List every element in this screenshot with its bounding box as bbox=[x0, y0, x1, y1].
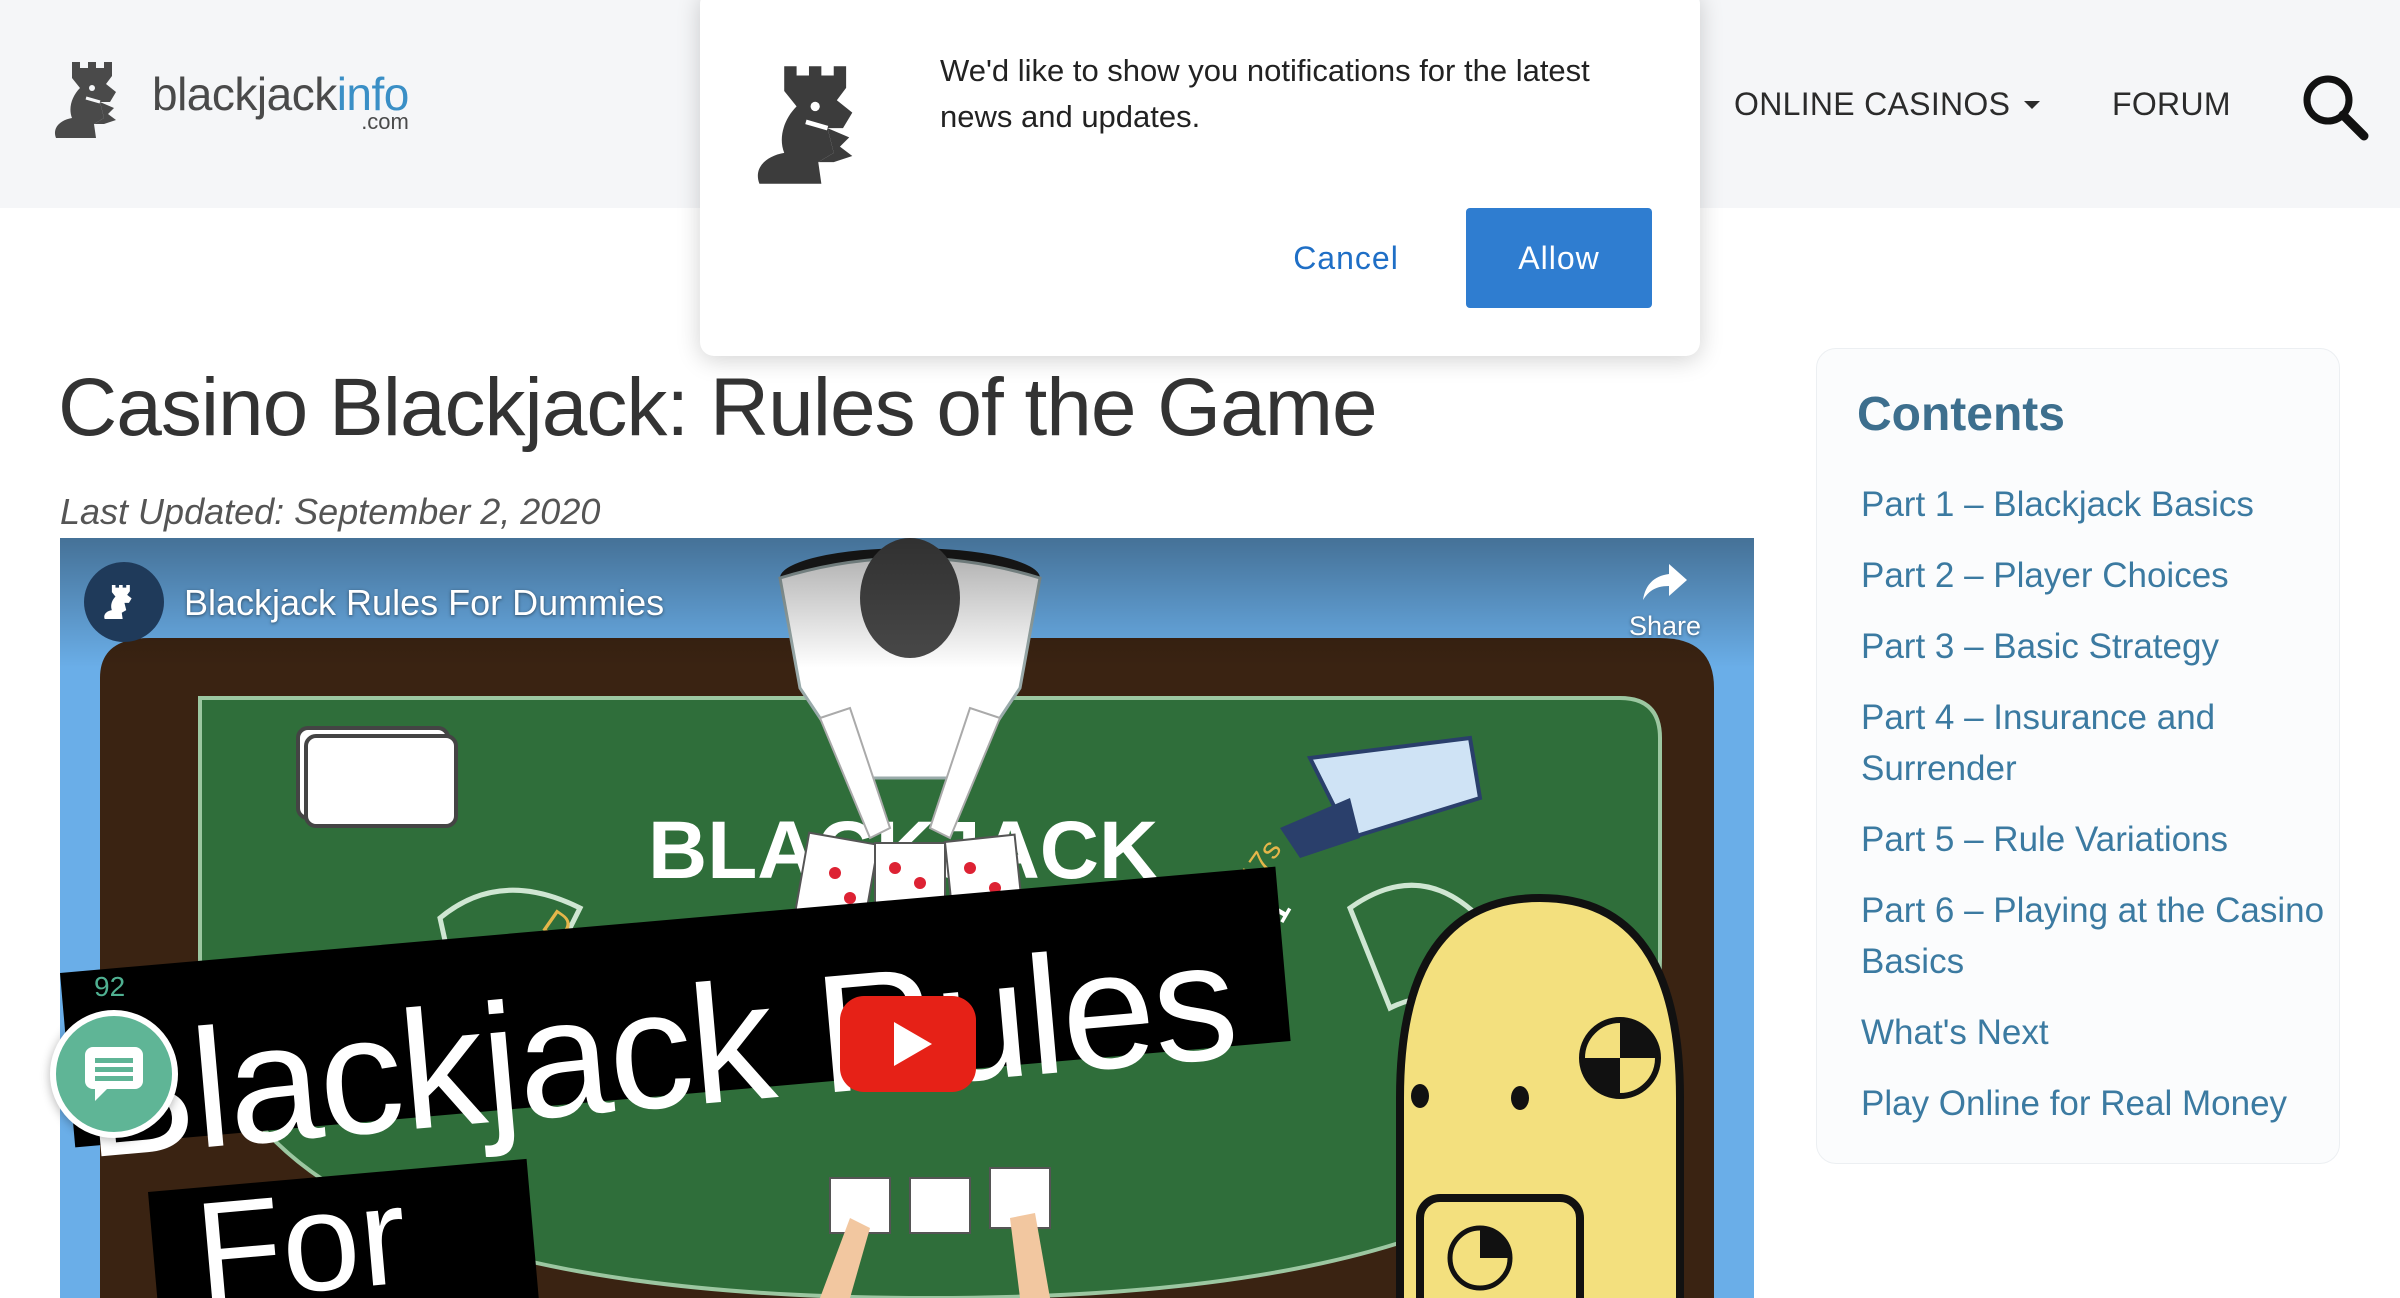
knight-logo-icon bbox=[104, 584, 132, 620]
toc-list: Part 1 – Blackjack Basics Part 2 – Playe… bbox=[1861, 479, 2331, 1149]
notification-permission-dialog: We'd like to show you notifications for … bbox=[700, 0, 1700, 356]
logo-text-sub: .com bbox=[361, 109, 409, 134]
allow-button[interactable]: Allow bbox=[1466, 208, 1652, 308]
toc-link[interactable]: Play Online for Real Money bbox=[1861, 1084, 2287, 1123]
toc-item[interactable]: What's Next bbox=[1861, 1007, 2331, 1058]
chat-count: 92 bbox=[94, 971, 126, 1002]
logo-text-main: blackjack bbox=[152, 68, 337, 120]
youtube-video-embed[interactable]: BLACKJACK PAYS 3 to 2 Dealer PAYS 2 TO 1… bbox=[60, 538, 1754, 1298]
toc-item[interactable]: Part 1 – Blackjack Basics bbox=[1861, 479, 2331, 530]
caret-down-icon bbox=[2024, 101, 2041, 109]
share-label: Share bbox=[1628, 611, 1702, 641]
site-logo[interactable]: blackjackinfo .com bbox=[50, 58, 409, 142]
notification-message: We'd like to show you notifications for … bbox=[940, 53, 1590, 134]
toc-item[interactable]: Part 2 – Player Choices bbox=[1861, 550, 2331, 601]
toc-link[interactable]: Part 5 – Rule Variations bbox=[1861, 820, 2228, 859]
last-updated: Last Updated: September 2, 2020 bbox=[60, 491, 601, 532]
nav-forum[interactable]: FORUM bbox=[2112, 80, 2231, 128]
toc-item[interactable]: Part 3 – Basic Strategy bbox=[1861, 621, 2331, 672]
toc-link[interactable]: Part 6 – Playing at the Casino Basics bbox=[1861, 891, 2324, 981]
toc-item[interactable]: Part 4 – Insurance and Surrender bbox=[1861, 692, 2331, 794]
toc-item[interactable]: Play Online for Real Money bbox=[1861, 1078, 2331, 1129]
share-button[interactable]: Share bbox=[1620, 562, 1710, 642]
crash-test-dummy-figure bbox=[1396, 893, 1684, 1298]
chat-icon bbox=[85, 1047, 143, 1101]
share-arrow-icon bbox=[1643, 564, 1687, 600]
youtube-play-button[interactable] bbox=[840, 996, 976, 1092]
video-title[interactable]: Blackjack Rules For Dummies bbox=[184, 578, 664, 628]
logo-wordmark: blackjackinfo .com bbox=[152, 58, 409, 138]
toc-link[interactable]: Part 2 – Player Choices bbox=[1861, 556, 2229, 595]
toc-item[interactable]: Part 6 – Playing at the Casino Basics bbox=[1861, 885, 2331, 987]
page: blackjackinfo .com ONLINE CASINOS FORUM … bbox=[0, 0, 2400, 1298]
toc-item[interactable]: Part 5 – Rule Variations bbox=[1861, 814, 2331, 865]
toc-link[interactable]: Part 3 – Basic Strategy bbox=[1861, 627, 2219, 666]
toc-link[interactable]: Part 1 – Blackjack Basics bbox=[1861, 485, 2254, 524]
page-title: Casino Blackjack: Rules of the Game bbox=[58, 362, 1378, 453]
chat-button[interactable] bbox=[50, 1010, 178, 1138]
toc-title: Contents bbox=[1857, 388, 2065, 441]
table-of-contents: Contents Part 1 – Blackjack Basics Part … bbox=[1816, 348, 2340, 1164]
channel-avatar[interactable] bbox=[84, 562, 164, 642]
toc-link[interactable]: What's Next bbox=[1861, 1013, 2049, 1052]
knight-logo-icon bbox=[54, 62, 116, 138]
knight-logo-icon bbox=[757, 66, 853, 184]
nav-online-casinos-label: ONLINE CASINOS bbox=[1734, 86, 2011, 122]
nav-online-casinos[interactable]: ONLINE CASINOS bbox=[1734, 80, 2041, 128]
cancel-button[interactable]: Cancel bbox=[1246, 208, 1446, 308]
thumbnail-title-line2: For bbox=[189, 1155, 413, 1298]
toc-link[interactable]: Part 4 – Insurance and Surrender bbox=[1861, 698, 2215, 788]
search-icon[interactable] bbox=[2300, 72, 2372, 144]
